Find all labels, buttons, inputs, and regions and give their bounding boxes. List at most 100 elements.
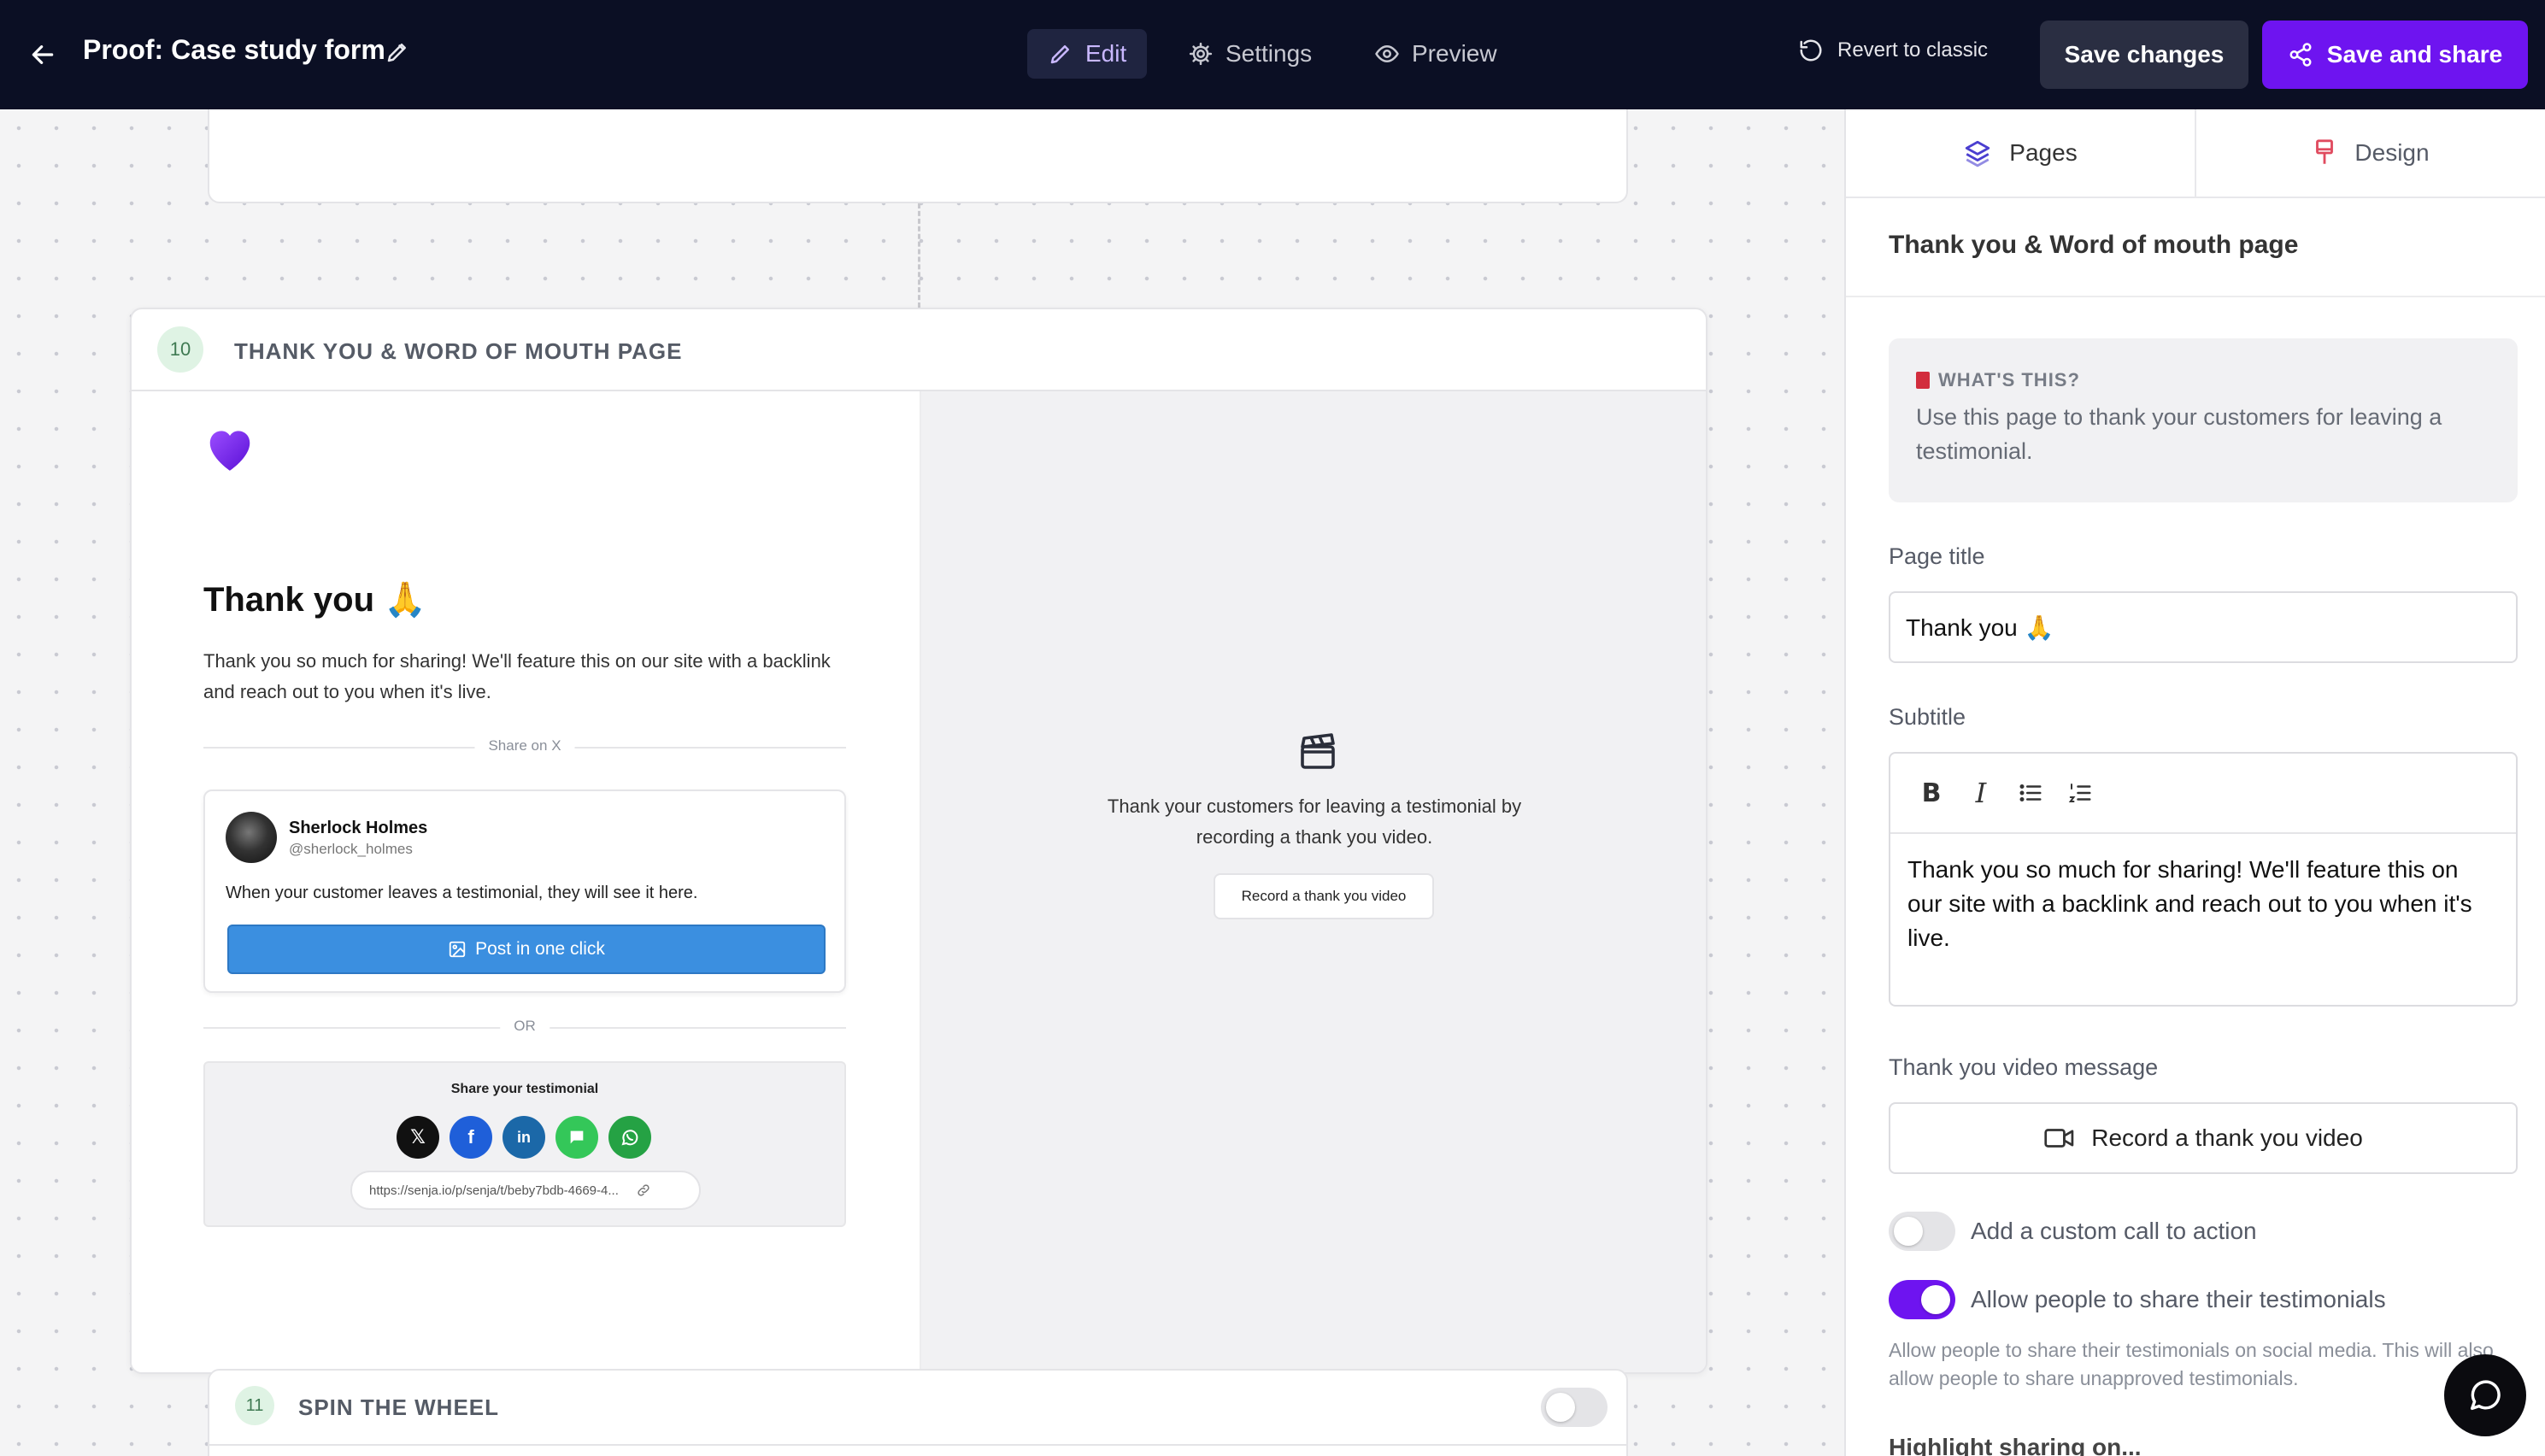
chat-support-button[interactable]: [2444, 1354, 2526, 1436]
share-testimonials-row: Allow people to share their testimonials: [1889, 1280, 2386, 1319]
or-label: OR: [500, 1018, 550, 1035]
section-number-badge: 10: [157, 326, 203, 373]
tab-pages-label: Pages: [2009, 139, 2078, 166]
record-video-button[interactable]: Record a thank you video: [1889, 1102, 2518, 1174]
section-thank-you[interactable]: 10 THANK YOU & WORD OF MOUTH PAGE Thank …: [130, 308, 1707, 1374]
share-help-text: Allow people to share their testimonials…: [1889, 1339, 2494, 1389]
custom-cta-toggle[interactable]: [1889, 1212, 1955, 1251]
form-canvas[interactable]: 10 THANK YOU & WORD OF MOUTH PAGE Thank …: [0, 109, 1844, 1456]
paintbrush-icon: [2316, 139, 2334, 164]
subtitle-editor-text[interactable]: Thank you so much for sharing! We'll fea…: [1907, 853, 2497, 955]
top-bar: Proof: Case study form Edit Settings Pre…: [0, 0, 2545, 109]
facebook-icon[interactable]: f: [450, 1116, 492, 1159]
tab-preview-label: Preview: [1412, 40, 1497, 67]
save-changes-button[interactable]: Save changes: [2040, 21, 2248, 89]
section-header[interactable]: 11 SPIN THE WHEEL: [209, 1371, 1626, 1446]
whats-this-info-box: WHAT'S THIS? Use this page to thank your…: [1889, 338, 2518, 502]
social-share-icons: 𝕏 f in: [397, 1116, 651, 1159]
message-icon[interactable]: [555, 1116, 598, 1159]
share-box-title: Share your testimonial: [450, 1082, 599, 1096]
revert-to-classic-button[interactable]: Revert to classic: [1798, 38, 1988, 63]
book-icon: [1916, 372, 1930, 389]
chat-bubble-icon: [2470, 1380, 2501, 1411]
tab-design[interactable]: Design: [2195, 109, 2545, 197]
share-testimonial-box: Share your testimonial 𝕏 f in https://se…: [203, 1061, 846, 1227]
page-title-input[interactable]: Thank you 🙏: [1889, 591, 2518, 663]
post-button-label: Post in one click: [475, 939, 605, 959]
share-url-field[interactable]: https://senja.io/p/senja/t/beby7bdb-4669…: [350, 1171, 701, 1210]
bold-icon[interactable]: B: [1914, 776, 1948, 810]
tweet-text: When your customer leaves a testimonial,…: [226, 884, 698, 902]
share-testimonials-label: Allow people to share their testimonials: [1971, 1286, 2386, 1312]
tab-pages[interactable]: Pages: [1846, 109, 2195, 197]
share-on-x-label: Share on X: [474, 737, 575, 754]
share-url-text: https://senja.io/p/senja/t/beby7bdb-4669…: [369, 1183, 619, 1198]
share-icon: [2289, 43, 2312, 67]
link-icon: [638, 1184, 649, 1196]
bullet-list-icon[interactable]: [2013, 776, 2048, 810]
video-description: Thank your customers for leaving a testi…: [1107, 796, 1522, 848]
info-heading-text: WHAT'S THIS?: [1938, 369, 2080, 390]
tweet-preview-card: Sherlock Holmes @sherlock_holmes When yo…: [203, 790, 846, 993]
layers-icon: [1966, 140, 1990, 167]
page-title-label: Page title: [1889, 543, 1985, 569]
preview-page-title: Thank you 🙏: [203, 581, 426, 619]
highlight-sharing-label: Highlight sharing on...: [1889, 1434, 2142, 1456]
custom-cta-label: Add a custom call to action: [1971, 1218, 2257, 1244]
tweet-author-name: Sherlock Holmes: [289, 819, 428, 837]
info-body: Use this page to thank your customers fo…: [1916, 404, 2442, 464]
section-header[interactable]: 10 THANK YOU & WORD OF MOUTH PAGE: [132, 309, 1706, 391]
thank-you-video-pane: Thank your customers for leaving a testi…: [920, 391, 1706, 1372]
section-spin-the-wheel[interactable]: 11 SPIN THE WHEEL: [208, 1369, 1628, 1456]
clapperboard-icon: [1297, 731, 1338, 775]
form-title: Proof: Case study form: [83, 34, 385, 65]
save-and-share-label: Save and share: [2326, 41, 2503, 68]
save-and-share-button[interactable]: Save and share: [2262, 21, 2528, 89]
gear-icon: [1189, 42, 1213, 66]
revert-label: Revert to classic: [1837, 38, 1989, 62]
numbered-list-icon[interactable]: [2063, 776, 2097, 810]
share-on-x-divider: Share on X: [203, 737, 846, 754]
tab-preview[interactable]: Preview: [1354, 29, 1518, 79]
post-in-one-click-button[interactable]: Post in one click: [227, 925, 826, 974]
x-icon[interactable]: 𝕏: [397, 1116, 439, 1159]
tab-edit-label: Edit: [1085, 40, 1127, 67]
italic-icon[interactable]: I: [1964, 776, 1998, 810]
or-divider: OR: [203, 1018, 846, 1035]
section-title: SPIN THE WHEEL: [298, 1394, 500, 1420]
tab-settings-label: Settings: [1225, 40, 1313, 67]
panel-page-title: Thank you & Word of mouth page: [1889, 231, 2299, 259]
subtitle-editor[interactable]: B I Thank you so much for sharing! We'll…: [1889, 752, 2518, 1007]
connector-line: [918, 203, 920, 308]
avatar: [226, 812, 277, 863]
info-heading: WHAT'S THIS?: [1916, 369, 2080, 391]
section-title: THANK YOU & WORD OF MOUTH PAGE: [234, 338, 683, 364]
previous-section-card[interactable]: [208, 109, 1628, 203]
tab-edit[interactable]: Edit: [1027, 29, 1148, 79]
eye-icon: [1375, 45, 1399, 62]
undo-icon: [1800, 39, 1822, 62]
share-testimonials-toggle[interactable]: [1889, 1280, 1955, 1319]
tab-design-label: Design: [2354, 139, 2430, 166]
subtitle-label: Subtitle: [1889, 704, 1966, 730]
section-number-badge: 11: [235, 1386, 274, 1425]
video-message-label: Thank you video message: [1889, 1054, 2159, 1080]
image-icon: [449, 941, 466, 958]
linkedin-icon[interactable]: in: [503, 1116, 545, 1159]
record-video-label: Record a thank you video: [2091, 1124, 2363, 1151]
thank-you-preview: Thank you 🙏 Thank you so much for sharin…: [132, 391, 920, 1372]
properties-panel: Pages Design Thank you & Word of mouth p…: [1844, 109, 2545, 1456]
video-camera-icon: [2044, 1129, 2074, 1148]
tweet-author-handle: @sherlock_holmes: [289, 841, 413, 857]
section-enable-toggle[interactable]: [1541, 1388, 1608, 1427]
whatsapp-icon[interactable]: [608, 1116, 651, 1159]
back-arrow-icon[interactable]: [26, 38, 60, 72]
rename-pencil-icon[interactable]: [385, 39, 412, 67]
record-video-button-preview[interactable]: Record a thank you video: [1214, 873, 1434, 919]
editor-toolbar: B I: [1890, 754, 2516, 834]
panel-separator: [1846, 296, 2545, 297]
preview-subtitle: Thank you so much for sharing! We'll fea…: [203, 650, 831, 702]
tab-settings[interactable]: Settings: [1167, 29, 1332, 79]
custom-cta-row: Add a custom call to action: [1889, 1212, 2257, 1251]
panel-tabs: Pages Design: [1846, 109, 2545, 198]
